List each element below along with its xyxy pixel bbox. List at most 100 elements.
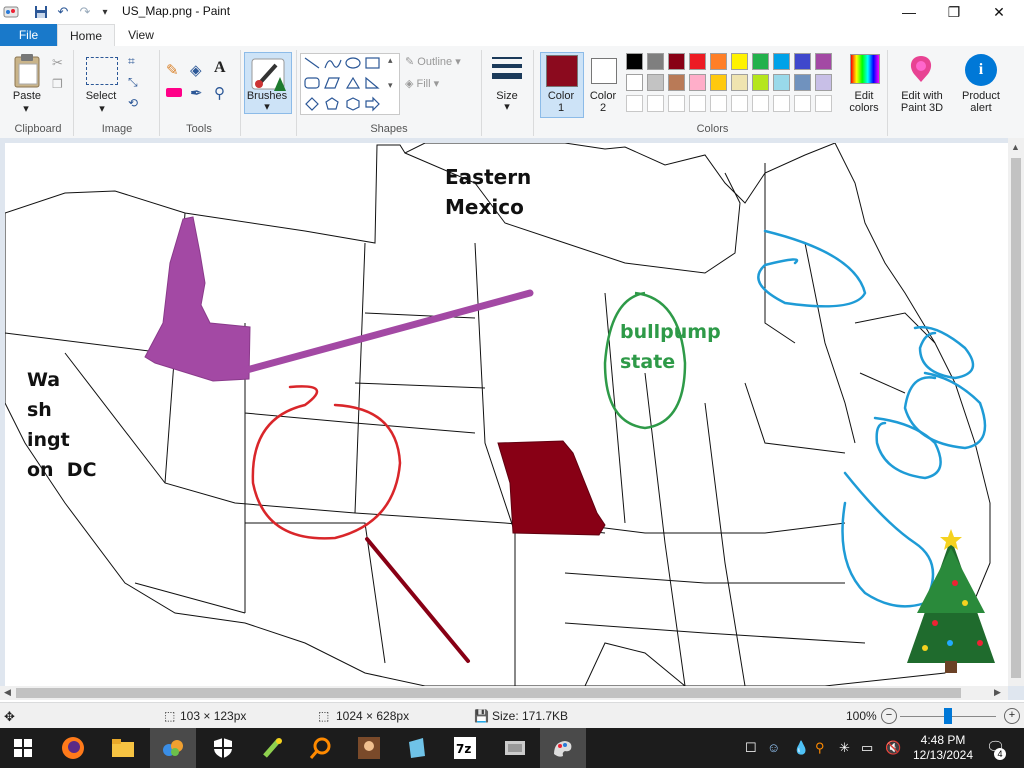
text-tool-icon[interactable]: A — [214, 59, 226, 77]
chevron-down-icon[interactable]: ▾ — [388, 80, 393, 91]
7zip-icon[interactable]: 7z — [442, 728, 488, 768]
vertical-scrollbar[interactable]: ▲ — [1008, 138, 1024, 686]
chevron-down-icon[interactable]: ▾ — [96, 103, 108, 115]
palette-custom-slot[interactable] — [626, 95, 643, 112]
palette-custom-slot[interactable] — [815, 95, 832, 112]
search-app-icon[interactable] — [298, 728, 344, 768]
palette-swatch[interactable] — [815, 53, 832, 70]
palette-swatch[interactable] — [689, 74, 706, 91]
palette-swatch[interactable] — [794, 53, 811, 70]
edit-colors-icon[interactable] — [850, 54, 880, 84]
volume-muted-icon[interactable]: 🔇 — [885, 740, 901, 756]
shield-icon[interactable] — [200, 728, 246, 768]
drawing-canvas[interactable]: Eastern Mexico bullpump state Wa sh ingt… — [5, 143, 1008, 686]
close-button[interactable]: ✕ — [976, 0, 1022, 24]
zoom-slider-thumb[interactable] — [944, 708, 952, 724]
customize-quick-access-icon[interactable]: ▾ — [96, 3, 114, 21]
palette-swatch[interactable] — [668, 53, 685, 70]
photo-app-icon[interactable] — [346, 728, 392, 768]
scroll-left-icon[interactable]: ◀ — [4, 687, 11, 698]
palette-swatch[interactable] — [626, 53, 643, 70]
shapes-gallery[interactable] — [300, 53, 400, 115]
app-icon-2[interactable] — [250, 728, 296, 768]
tab-file[interactable]: File — [0, 24, 57, 46]
drop-icon[interactable]: 💧 — [793, 740, 809, 756]
windows-start-icon[interactable] — [0, 728, 46, 768]
paint3d-label[interactable]: Edit with Paint 3D — [894, 90, 950, 114]
palette-swatch[interactable] — [773, 74, 790, 91]
palette-swatch[interactable] — [773, 53, 790, 70]
horizontal-scroll-thumb[interactable] — [16, 688, 961, 698]
app-icon-1[interactable] — [150, 728, 196, 768]
edit-colors-label[interactable]: Edit colors — [842, 90, 886, 114]
minimize-button[interactable]: — — [886, 0, 932, 24]
product-alert-label[interactable]: Product alert — [956, 90, 1006, 114]
chevron-down-icon[interactable]: ▾ — [261, 101, 273, 113]
redo-icon[interactable]: ↷ — [76, 3, 94, 21]
crop-icon[interactable]: ⌗ — [128, 54, 135, 69]
palette-swatch[interactable] — [752, 74, 769, 91]
chevron-down-icon[interactable]: ▾ — [501, 101, 513, 113]
palette-custom-slot[interactable] — [794, 95, 811, 112]
paint-taskbar-icon[interactable] — [540, 728, 586, 768]
palette-custom-slot[interactable] — [731, 95, 748, 112]
brightness-icon[interactable]: ✳ — [839, 740, 850, 756]
color2-swatch[interactable] — [591, 58, 617, 84]
people-icon[interactable]: ☺ — [767, 740, 780, 755]
palette-swatch[interactable] — [647, 74, 664, 91]
undo-icon[interactable]: ↶ — [54, 3, 72, 21]
paste-button[interactable] — [10, 53, 44, 89]
palette-swatch[interactable] — [626, 74, 643, 91]
palette-swatch[interactable] — [752, 53, 769, 70]
palette-swatch[interactable] — [689, 53, 706, 70]
firefox-icon[interactable] — [50, 728, 96, 768]
pencil-icon[interactable]: ✎ — [166, 61, 179, 79]
paint3d-icon[interactable] — [906, 54, 936, 84]
select-label[interactable]: Select — [80, 90, 122, 102]
resize-icon[interactable]: ⤡ — [128, 75, 138, 90]
magnifier-icon[interactable]: ⚲ — [214, 84, 225, 102]
maximize-button[interactable]: ❐ — [931, 0, 977, 24]
select-icon[interactable] — [86, 57, 118, 85]
cut-icon[interactable]: ✂ — [52, 55, 63, 71]
color2-label[interactable]: Color 2 — [583, 90, 623, 114]
scroll-right-icon[interactable]: ▶ — [994, 687, 1001, 698]
size-button[interactable] — [490, 54, 524, 86]
clock[interactable]: 4:48 PM 12/13/2024 — [910, 733, 976, 763]
palette-swatch[interactable] — [731, 74, 748, 91]
palette-custom-slot[interactable] — [647, 95, 664, 112]
eraser-icon[interactable] — [166, 88, 182, 97]
folder-icon[interactable] — [100, 728, 146, 768]
palette-custom-slot[interactable] — [668, 95, 685, 112]
zoom-in-button[interactable]: + — [1004, 708, 1020, 724]
task-view-icon[interactable]: ☐ — [745, 740, 757, 756]
copy-icon[interactable]: ❐ — [52, 77, 63, 91]
palette-swatch[interactable] — [647, 53, 664, 70]
palette-custom-slot[interactable] — [689, 95, 706, 112]
tab-home[interactable]: Home — [57, 24, 115, 47]
palette-swatch[interactable] — [710, 53, 727, 70]
color-picker-icon[interactable]: ✒ — [190, 84, 203, 102]
tab-view[interactable]: View — [114, 24, 168, 46]
palette-swatch[interactable] — [815, 74, 832, 91]
app-icon-3[interactable] — [492, 728, 538, 768]
palette-swatch[interactable] — [731, 53, 748, 70]
paint-app-icon[interactable] — [2, 3, 20, 21]
network-icon[interactable]: ▭ — [861, 740, 873, 756]
scroll-up-icon[interactable]: ▲ — [1011, 142, 1020, 152]
save-icon[interactable] — [32, 3, 50, 21]
fill-bucket-icon[interactable]: ◈ — [190, 61, 202, 79]
search-tray-icon[interactable]: ⚲ — [815, 740, 825, 756]
horizontal-scrollbar[interactable]: ◀ ▶ — [0, 686, 1008, 700]
notes-app-icon[interactable] — [394, 728, 440, 768]
zoom-out-button[interactable]: − — [881, 708, 897, 724]
palette-swatch[interactable] — [668, 74, 685, 91]
palette-custom-slot[interactable] — [773, 95, 790, 112]
palette-swatch[interactable] — [794, 74, 811, 91]
fill-button[interactable]: ◈ Fill ▾ — [405, 77, 439, 90]
chevron-down-icon[interactable]: ▾ — [20, 103, 32, 115]
rotate-icon[interactable]: ⟲ — [128, 96, 138, 110]
vertical-scroll-thumb[interactable] — [1011, 158, 1021, 678]
palette-swatch[interactable] — [710, 74, 727, 91]
info-icon[interactable]: i — [965, 54, 997, 86]
